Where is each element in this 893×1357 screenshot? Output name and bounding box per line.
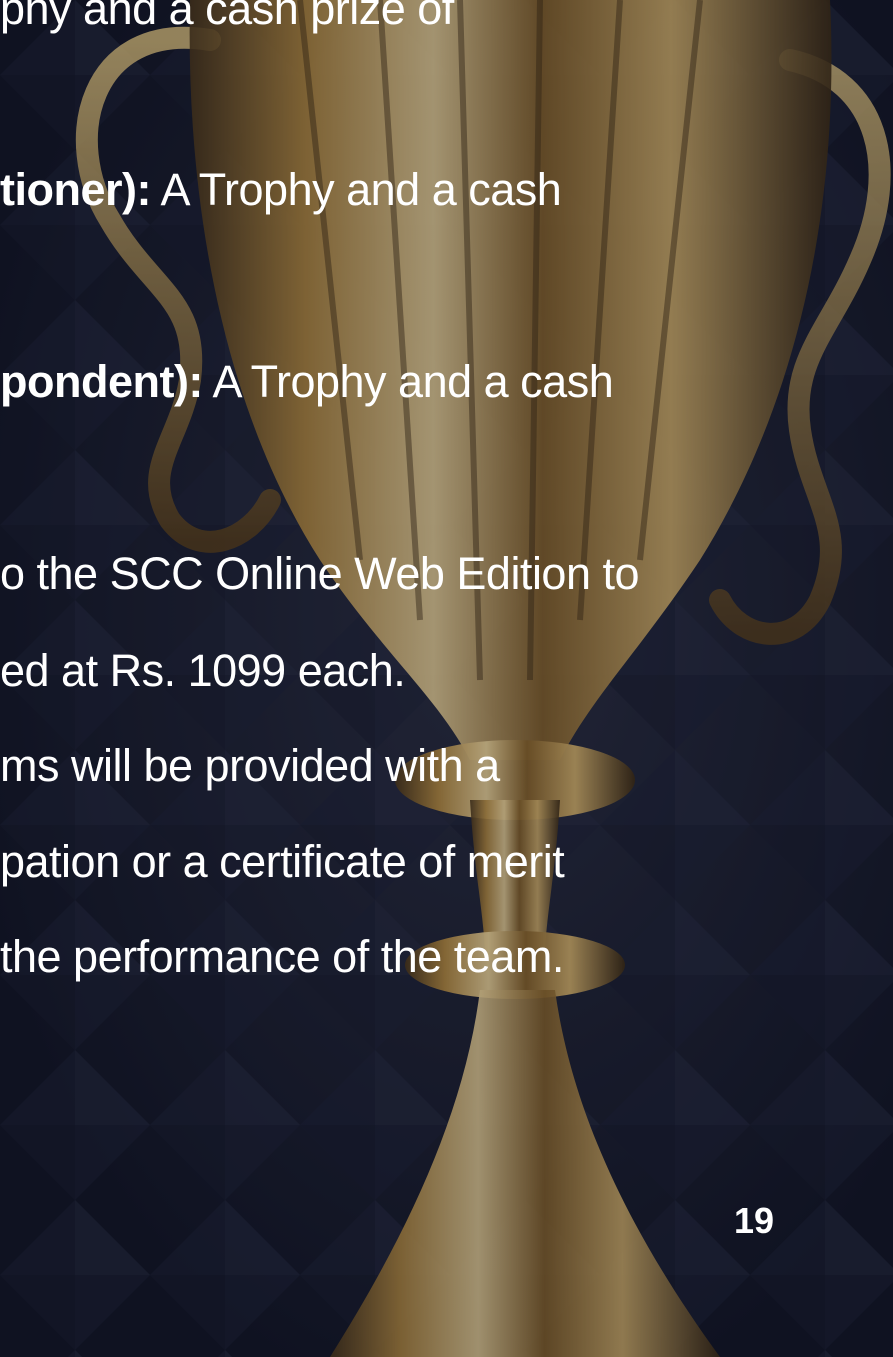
body-text-line: the performance of the team. — [0, 931, 564, 982]
award-petitioner-line: tioner): A Trophy and a cash — [0, 164, 562, 215]
award-label: tioner): — [0, 164, 151, 215]
body-text-line: phy and a cash prize of — [0, 0, 454, 34]
award-respondent-line: pondent): A Trophy and a cash — [0, 356, 614, 407]
body-text-line: pation or a certificate of merit — [0, 836, 565, 887]
body-text-line: ms will be provided with a — [0, 740, 500, 791]
page-number: 19 — [734, 1200, 775, 1241]
body-text-line: o the SCC Online Web Edition to — [0, 548, 640, 599]
award-label: pondent): — [0, 356, 203, 407]
body-text-line: ed at Rs. 1099 each. — [0, 645, 406, 696]
